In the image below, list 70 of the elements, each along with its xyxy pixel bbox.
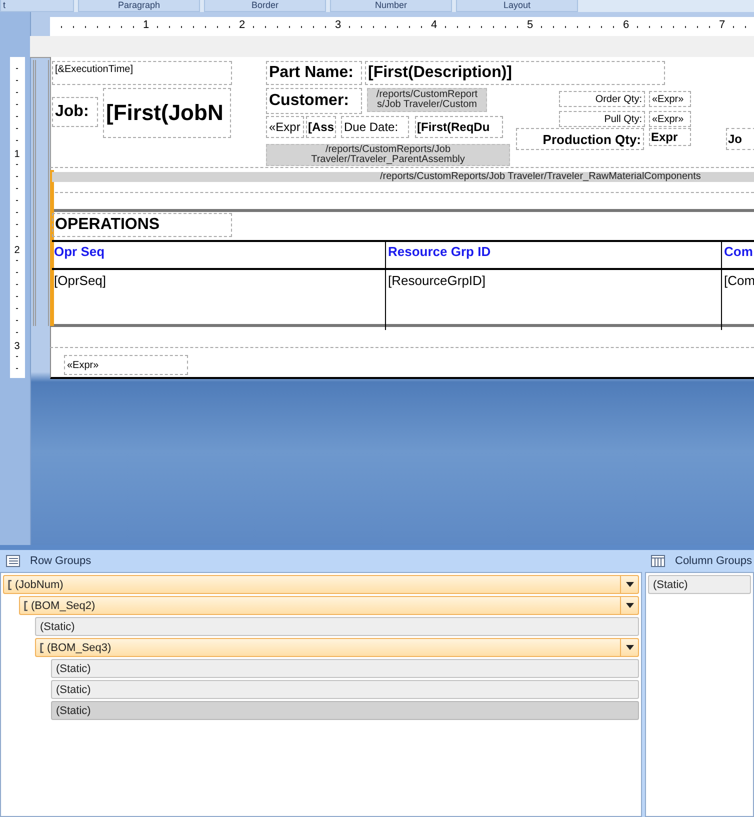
ruler-number: 3	[12, 341, 22, 352]
text-box[interactable]: Due Date:	[341, 116, 409, 138]
label-text-box[interactable]: Production Qty:	[516, 128, 644, 150]
expression-text-box[interactable]: «Expr»	[649, 111, 691, 127]
panel-title: Column Groups	[675, 555, 752, 567]
field-text-box[interactable]: [First(JobN	[103, 88, 231, 138]
column-header: Opr Seq	[52, 242, 386, 270]
subreport-box[interactable]: /reports/CustomReport s/Job Traveler/Custom	[367, 88, 487, 112]
table-cell: [ResourceGrpID]	[386, 270, 722, 330]
group-row[interactable]: (BOM_Seq3)	[35, 638, 639, 657]
group-label: (Static)	[56, 704, 91, 716]
bracket-icon	[8, 580, 12, 590]
group-row[interactable]: (BOM_Seq2)	[19, 596, 639, 615]
ribbon-group-label[interactable]: Paragraph	[78, 0, 200, 12]
field-text-box[interactable]: [First(ReqDu	[415, 116, 503, 138]
ruler-number: 2	[12, 245, 22, 256]
column-header: Com	[722, 242, 754, 270]
list-icon	[6, 555, 20, 567]
label-text-box[interactable]: Customer:	[266, 88, 362, 114]
label-text-box[interactable]: Pull Qty:	[559, 111, 645, 127]
ribbon-group-label[interactable]: t	[0, 0, 74, 12]
static-row[interactable]: (Static)	[648, 575, 751, 594]
ruler-number: 6	[621, 19, 631, 31]
caret-icon	[626, 603, 634, 608]
text-box[interactable]: [&ExecutionTime]	[52, 61, 232, 85]
expression-text-box[interactable]: «Expr»	[64, 355, 188, 375]
ribbon-group-label[interactable]: Layout	[456, 0, 578, 12]
subreport-box[interactable]: /reports/CustomReports/Job Traveler/Traveler_ParentAssembly	[266, 144, 510, 166]
group-label: (JobNum)	[15, 578, 64, 590]
field-text-box[interactable]: Jo	[726, 128, 754, 150]
panel-title: Row Groups	[30, 555, 92, 567]
ruler-number: 3	[333, 19, 343, 31]
group-row[interactable]: (JobNum)	[3, 575, 639, 594]
group-label: (Static)	[653, 578, 688, 590]
group-label: (Static)	[56, 684, 91, 696]
table-cell: [Com	[722, 270, 754, 330]
group-label: (Static)	[40, 620, 75, 632]
static-row[interactable]: (Static)	[51, 680, 639, 699]
expression-text-box[interactable]: «Expr»	[649, 91, 691, 107]
caret-icon	[626, 645, 634, 650]
static-row[interactable]: (Static)	[51, 701, 639, 720]
tablix-handle[interactable]	[50, 170, 54, 326]
text-box[interactable]: «Expr	[266, 116, 304, 138]
ruler-number: 4	[429, 19, 439, 31]
bracket-icon	[40, 642, 44, 652]
field-text-box[interactable]: [Ass	[306, 116, 336, 138]
caret-icon	[626, 582, 634, 587]
field-text-box[interactable]: Expr	[649, 128, 691, 146]
ribbon-group-label[interactable]: Number	[330, 0, 452, 12]
label-text-box[interactable]: [First(Description)]	[365, 61, 665, 85]
label-text-box[interactable]: Order Qty:	[559, 91, 645, 107]
ruler-number: 5	[525, 19, 535, 31]
ruler-number: 7	[717, 19, 727, 31]
group-label: (Static)	[56, 662, 91, 674]
subreport-band[interactable]: /reports/CustomReports/Job Traveler/Traveler_RawMaterialComponents	[52, 172, 754, 182]
ribbon-group-label[interactable]: Border	[204, 0, 326, 12]
columns-icon	[651, 555, 665, 567]
group-label: (BOM_Seq2)	[31, 600, 96, 612]
label-text-box[interactable]: Job:	[52, 97, 98, 127]
section-title[interactable]: OPERATIONS	[52, 213, 232, 237]
ruler-number: 1	[12, 149, 22, 160]
static-row[interactable]: (Static)	[35, 617, 639, 636]
static-row[interactable]: (Static)	[51, 659, 639, 678]
ruler-number: 1	[141, 19, 151, 31]
table-cell: [OprSeq]	[52, 270, 386, 330]
label-text-box[interactable]: Part Name:	[266, 61, 362, 85]
ruler-number: 2	[237, 19, 247, 31]
bracket-icon	[24, 600, 28, 610]
column-header: Resource Grp ID	[386, 242, 722, 270]
group-label: (BOM_Seq3)	[47, 642, 112, 654]
